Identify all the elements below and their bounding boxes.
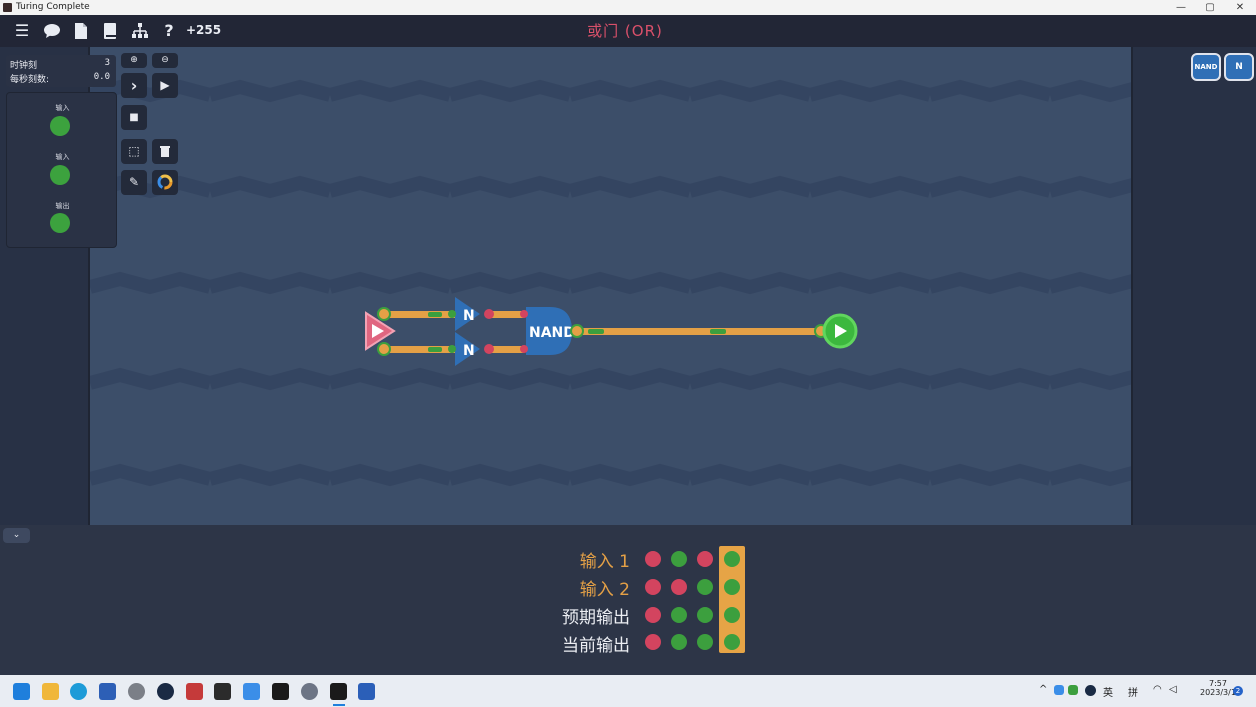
close-button[interactable]: ✕ [1225,0,1255,15]
truth-label-input-1: 输入 1 [579,552,630,572]
io-panel: 输入 输入 输出 [6,92,117,248]
io-led-input-1[interactable] [50,116,70,136]
active-app-indicator [333,704,345,706]
delete-button[interactable] [152,139,178,164]
chevron-down-icon: ⌄ [12,530,21,540]
truth-cell [645,551,661,567]
ticks-value: 3 [104,58,110,68]
truth-label-input-2: 输入 2 [579,580,630,600]
edge-icon[interactable] [70,683,87,700]
truth-cell [671,551,687,567]
chat-icon[interactable] [43,22,61,40]
steam-icon[interactable] [157,683,174,700]
truth-cell [645,634,661,650]
help-icon[interactable]: ? [160,22,178,40]
terminal-icon[interactable] [214,683,231,700]
zoom-out-button[interactable]: ⊖ [152,53,178,68]
app-icon-1[interactable] [128,683,145,700]
clock-panel: 时钟刻 3 每秒刻数: 0.0 [6,55,116,87]
step-button[interactable]: › [121,73,147,98]
nand-gate-label: NAND [529,325,575,341]
maximize-button[interactable]: ▢ [1195,0,1225,15]
tray-app-icon-2[interactable] [1068,685,1078,695]
wifi-icon[interactable]: ◠ [1153,684,1162,695]
tray-steam-icon[interactable] [1085,685,1096,696]
volume-icon[interactable]: ◁ [1169,684,1177,695]
not-gate-label: N [463,343,475,359]
truth-cell [697,579,713,595]
game-toolbar: ☰ ? +255 或门 (OR) [0,15,1256,47]
collapse-button[interactable]: ⌄ [3,528,30,543]
turing-complete-icon[interactable] [330,683,347,700]
right-sidebar [1133,47,1256,525]
store-icon[interactable] [99,683,116,700]
settings-icon[interactable] [301,683,318,700]
truth-label-current: 当前输出 [562,636,630,656]
truth-cell [671,634,687,650]
document-icon[interactable] [72,22,90,40]
truth-cell [724,607,740,623]
pencil-button[interactable]: ✎ [121,170,147,195]
not-component-thumb[interactable]: N [1224,53,1254,81]
truth-cell [724,634,740,650]
truth-cell [645,579,661,595]
tps-label: 每秒刻数: [10,75,50,85]
io-led-output [50,213,70,233]
io-label-input-2: 输入 [55,153,70,161]
io-led-input-2[interactable] [50,165,70,185]
level-title: 或门 (OR) [587,22,663,40]
truth-cell [671,579,687,595]
notepad-icon[interactable] [243,683,260,700]
nand-component-thumb[interactable]: NAND [1191,53,1221,81]
color-ring-button[interactable] [152,170,178,195]
word-icon[interactable] [358,683,375,700]
tray-ime-lang[interactable]: 英 [1103,684,1113,699]
tray-chevron-icon[interactable]: ^ [1039,684,1047,695]
trash-icon [160,146,170,157]
io-label-output: 输出 [55,202,70,210]
io-label-input-1: 输入 [55,104,70,112]
circuit-board[interactable]: N N NAND [88,47,1133,525]
notification-badge[interactable]: 2 [1233,686,1243,696]
app-icon [3,3,12,12]
board-canvas[interactable]: N N NAND [90,47,1133,525]
tray-clock[interactable]: 7:57 2023/3/15 [1200,679,1242,697]
tray-time: 7:57 [1209,679,1227,688]
tps-value: 0.0 [93,72,110,82]
score-counter: +255 [186,23,222,37]
file-explorer-icon[interactable] [42,683,59,700]
windows-taskbar: ^ 英 拼 ◠ ◁ 7:57 2023/3/15 2 [0,675,1256,707]
menu-icon[interactable]: ☰ [13,22,31,40]
play-button[interactable]: ▶ [152,73,178,98]
book-icon[interactable] [101,22,119,40]
start-icon[interactable] [13,683,30,700]
tray-app-icon-1[interactable] [1054,685,1064,695]
tray-ime-mode[interactable]: 拼 [1128,684,1138,699]
window-titlebar: Turing Complete — ▢ ✕ [0,0,1256,15]
truth-cell [697,551,713,567]
truth-cell [671,607,687,623]
zoom-in-button[interactable]: ⊕ [121,53,147,68]
minimize-button[interactable]: — [1166,0,1196,15]
truth-cell [697,634,713,650]
tray-date: 2023/3/15 [1200,688,1242,697]
window-title: Turing Complete [16,2,90,12]
stop-button[interactable]: ■ [121,105,147,130]
truth-cell [697,607,713,623]
truth-cell [645,607,661,623]
7zip-icon[interactable] [272,683,289,700]
app-icon-2[interactable] [186,683,203,700]
color-wheel-icon [157,174,173,190]
truth-cell [724,551,740,567]
ticks-label: 时钟刻 [10,61,38,71]
truth-cell [724,579,740,595]
truth-label-expected: 预期输出 [562,608,630,628]
not-gate-label: N [463,308,475,324]
hierarchy-icon[interactable] [131,22,149,40]
select-button[interactable]: ⬚ [121,139,147,164]
